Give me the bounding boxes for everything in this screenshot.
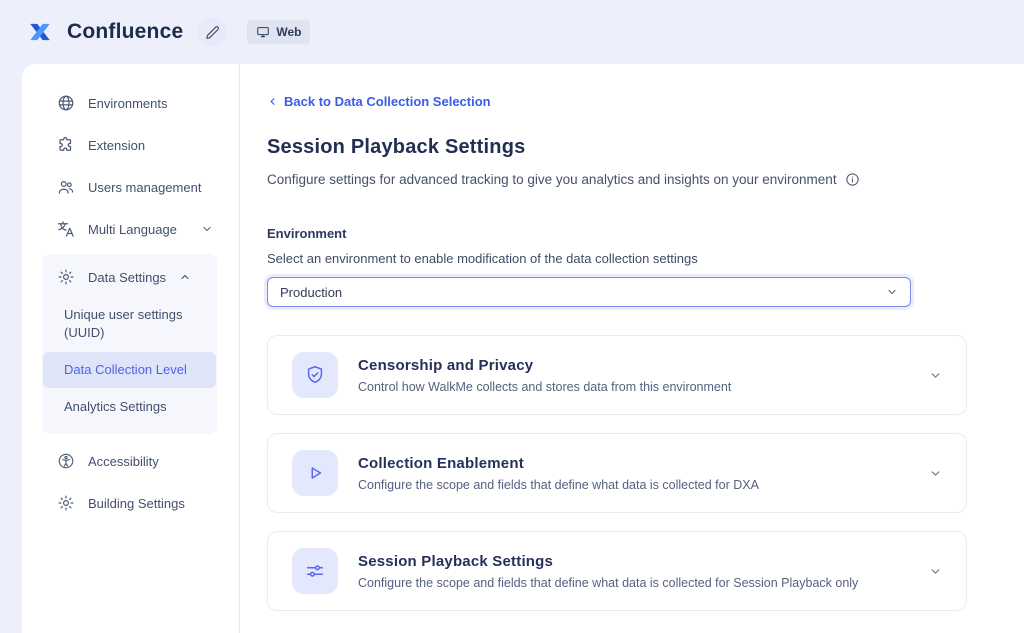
chevron-down-icon[interactable] [929,565,942,578]
sidebar-item-label: Extension [88,138,145,153]
card-description: Control how WalkMe collects and stores d… [358,380,731,394]
card-icon-tile [292,548,338,594]
sidebar-item-data-settings[interactable]: Data Settings [42,256,217,296]
card-icon-tile [292,352,338,398]
card-title: Collection Enablement [358,455,759,472]
chevron-down-icon[interactable] [929,369,942,382]
sliders-icon [304,560,326,582]
chevron-down-icon [886,286,898,298]
platform-badge: Web [247,20,310,44]
back-link[interactable]: Back to Data Collection Selection [267,94,491,109]
back-link-label: Back to Data Collection Selection [284,94,491,109]
users-icon [57,178,75,196]
sidebar-item-label: Data Settings [88,270,166,285]
card-censorship-and-privacy[interactable]: Censorship and Privacy Control how WalkM… [267,335,967,415]
sidebar-item-users-management[interactable]: Users management [22,166,239,208]
page-title: Session Playback Settings [267,136,968,159]
shield-check-icon [304,364,326,386]
pencil-icon [205,25,220,40]
confluence-logo-icon [27,19,53,45]
card-title: Censorship and Privacy [358,357,731,374]
environment-description: Select an environment to enable modifica… [267,251,968,266]
sidebar-subitem-unique-user-settings-uuid[interactable]: Unique user settings (UUID) [43,297,216,351]
main-content: Back to Data Collection Selection Sessio… [240,64,1024,633]
sidebar-group-data-settings: Data Settings Unique user settings (UUID… [42,254,217,434]
sidebar-item-label: Multi Language [88,222,177,237]
sidebar-item-label: Building Settings [88,496,185,511]
sidebar-subitem-analytics-settings[interactable]: Analytics Settings [43,389,216,425]
settings-card-list: Censorship and Privacy Control how WalkM… [267,335,967,611]
edit-title-button[interactable] [197,17,227,47]
sidebar-item-environments[interactable]: Environments [22,82,239,124]
gear-icon [57,494,75,512]
app-title: Confluence [67,20,183,44]
sidebar-subitem-data-collection-level[interactable]: Data Collection Level [43,352,216,388]
platform-badge-label: Web [276,25,301,39]
translate-icon [57,220,75,238]
chevron-down-icon[interactable] [929,467,942,480]
chevron-down-icon [201,223,213,235]
puzzle-icon [57,136,75,154]
environment-select-value: Production [280,285,342,300]
sidebar: Environments Extension Users management [22,64,240,633]
environment-select[interactable]: Production [267,277,911,307]
sidebar-item-label: Accessibility [88,454,159,469]
sidebar-item-label: Environments [88,96,167,111]
card-description: Configure the scope and fields that defi… [358,576,858,590]
card-text: Session Playback Settings Configure the … [358,553,858,590]
sidebar-item-accessibility[interactable]: Accessibility [22,440,239,482]
card-description: Configure the scope and fields that defi… [358,478,759,492]
card-icon-tile [292,450,338,496]
sidebar-item-multi-language[interactable]: Multi Language [22,208,239,250]
card-collection-enablement[interactable]: Collection Enablement Configure the scop… [267,433,967,513]
page-description: Configure settings for advanced tracking… [267,172,968,187]
card-text: Censorship and Privacy Control how WalkM… [358,357,731,394]
chevron-up-icon [179,271,191,283]
chevron-left-icon [267,96,278,107]
gear-icon [57,268,75,286]
card-title: Session Playback Settings [358,553,858,570]
sidebar-item-label: Users management [88,180,201,195]
sidebar-item-building-settings[interactable]: Building Settings [22,482,239,524]
accessibility-icon [57,452,75,470]
card-text: Collection Enablement Configure the scop… [358,455,759,492]
play-icon [304,462,326,484]
content-panel: Environments Extension Users management [22,64,1024,633]
info-icon[interactable] [845,172,860,187]
page-description-text: Configure settings for advanced tracking… [267,172,837,187]
monitor-icon [256,25,270,39]
top-bar: Confluence Web [0,0,1024,64]
environment-label: Environment [267,226,968,241]
globe-icon [57,94,75,112]
card-session-playback-settings[interactable]: Session Playback Settings Configure the … [267,531,967,611]
sidebar-item-extension[interactable]: Extension [22,124,239,166]
